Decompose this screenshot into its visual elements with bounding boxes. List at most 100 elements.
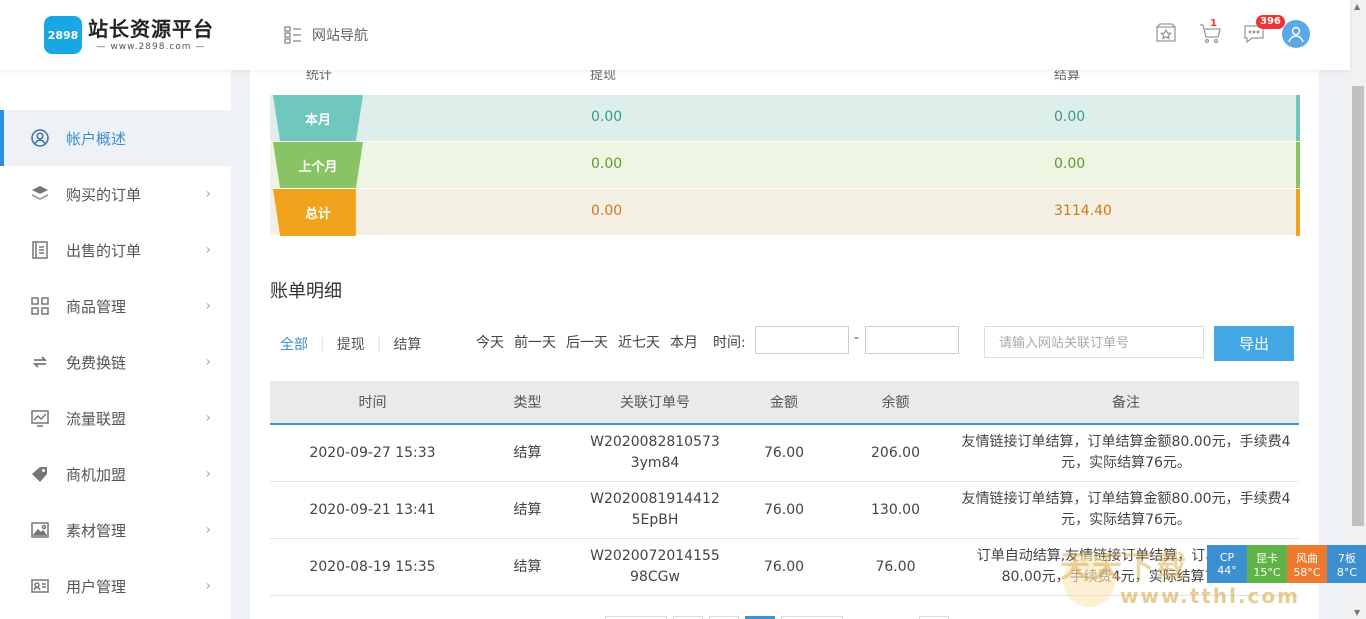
logo-subtitle: — www.2898.com — bbox=[96, 42, 206, 52]
image-icon bbox=[30, 520, 50, 540]
sidebar-item-traffic-alliance[interactable]: 流量联盟 › bbox=[0, 390, 231, 446]
scroll-down-arrow-icon[interactable]: ▼ bbox=[1354, 608, 1360, 617]
tag-icon bbox=[30, 464, 50, 484]
stats-row-label: 上个月 bbox=[273, 142, 363, 189]
id-card-icon bbox=[30, 576, 50, 596]
site-navigation-button[interactable]: 网站导航 bbox=[284, 25, 368, 45]
withdraw-value: 0.00 bbox=[591, 156, 623, 172]
stats-header-total: 统计 bbox=[306, 70, 333, 83]
cell-amount: 76.00 bbox=[763, 444, 805, 461]
date-range-dash: - bbox=[854, 330, 860, 346]
chevron-right-icon: › bbox=[205, 298, 211, 314]
grid-icon bbox=[30, 296, 50, 316]
range-this-month[interactable]: 本月 bbox=[670, 332, 698, 352]
range-next-day[interactable]: 后一天 bbox=[566, 332, 608, 352]
stats-header-withdraw: 提现 bbox=[590, 70, 617, 83]
sidebar-item-sold-orders[interactable]: 出售的订单 › bbox=[0, 222, 231, 278]
sidebar-item-user-management[interactable]: 用户管理 › bbox=[0, 558, 231, 614]
weather-temp: 15°C bbox=[1253, 565, 1281, 579]
sidebar-item-business-franchise[interactable]: 商机加盟 › bbox=[0, 446, 231, 502]
sidebar-item-label: 商机加盟 bbox=[66, 465, 127, 484]
watermark-text: 天天下载 bbox=[1060, 550, 1188, 585]
chevron-right-icon: › bbox=[205, 242, 211, 258]
cell-type: 结算 bbox=[513, 558, 542, 575]
cart-button[interactable]: 1 bbox=[1198, 18, 1224, 47]
site-logo[interactable]: 2898 站长资源平台 — www.2898.com — bbox=[44, 16, 214, 54]
stats-header-settle: 结算 bbox=[1054, 70, 1081, 83]
tab-settle[interactable]: 结算 bbox=[393, 334, 421, 354]
order-number-search-input[interactable] bbox=[984, 326, 1204, 358]
stats-header: 统计 提现 结算 bbox=[270, 70, 1300, 94]
range-today[interactable]: 今天 bbox=[476, 332, 504, 352]
chevron-right-icon: › bbox=[205, 522, 211, 538]
sidebar-item-purchased-orders[interactable]: 购买的订单 › bbox=[0, 166, 231, 222]
cell-type: 结算 bbox=[513, 444, 542, 461]
messages-button[interactable]: 396 bbox=[1242, 15, 1285, 47]
range-previous-day[interactable]: 前一天 bbox=[514, 332, 556, 352]
scroll-up-arrow-icon[interactable]: ▲ bbox=[1354, 2, 1360, 11]
stats-row-label: 本月 bbox=[273, 95, 363, 142]
withdraw-value: 0.00 bbox=[591, 203, 623, 219]
column-header-order-no: 关联订单号 bbox=[620, 395, 690, 411]
sidebar-item-label: 商品管理 bbox=[66, 297, 127, 316]
document-icon bbox=[30, 240, 50, 260]
menu-grid-icon bbox=[284, 26, 301, 44]
weather-city: 风曲 bbox=[1296, 551, 1318, 565]
weather-city: 昆卡 bbox=[1256, 551, 1278, 565]
sidebar-item-label: 帐户概述 bbox=[66, 129, 127, 148]
table-header: 时间 类型 关联订单号 金额 余额 备注 bbox=[270, 381, 1299, 425]
end-date-input[interactable] bbox=[865, 326, 959, 354]
export-button[interactable]: 导出 bbox=[1214, 326, 1294, 361]
column-header-time: 时间 bbox=[358, 395, 387, 411]
top-header: 2898 站长资源平台 — www.2898.com — 网站导航 1 396 bbox=[0, 0, 1350, 70]
cell-amount: 76.00 bbox=[763, 501, 805, 518]
user-avatar[interactable] bbox=[1282, 20, 1310, 48]
cell-time: 2020-09-21 13:41 bbox=[309, 501, 436, 518]
sidebar-item-label: 流量联盟 bbox=[66, 409, 127, 428]
sidebar-item-account-overview[interactable]: 帐户概述 bbox=[0, 110, 231, 166]
sidebar-item-label: 购买的订单 bbox=[66, 185, 142, 204]
weather-cell: 7板 8°C bbox=[1327, 545, 1366, 583]
column-header-amount: 金额 bbox=[770, 395, 798, 411]
table-row: 2020-09-27 15:33 结算 W20200828105733ym84 … bbox=[270, 425, 1299, 482]
sidebar-item-free-link-exchange[interactable]: 免费换链 › bbox=[0, 334, 231, 390]
weather-temp: 44° bbox=[1217, 564, 1237, 577]
scrollbar-thumb[interactable] bbox=[1352, 86, 1364, 526]
favorites-button[interactable] bbox=[1154, 21, 1180, 47]
cart-count: 1 bbox=[1210, 18, 1217, 29]
start-date-input[interactable] bbox=[755, 326, 849, 354]
time-label: 时间: bbox=[713, 335, 746, 351]
row-accent-bar bbox=[1296, 189, 1300, 236]
exchange-icon bbox=[30, 352, 50, 372]
settle-value: 0.00 bbox=[1054, 109, 1086, 125]
weather-temp: 8°C bbox=[1336, 565, 1358, 579]
cell-order-no: W202007201415598CGw bbox=[590, 548, 720, 585]
sidebar-item-label: 出售的订单 bbox=[66, 241, 142, 260]
bill-filters: 全部 | 提现 | 结算 今天 前一天 后一天 近七天 本月 时间: - 导出 bbox=[270, 326, 1300, 361]
sidebar-item-product-management[interactable]: 商品管理 › bbox=[0, 278, 231, 334]
weather-cell: 昆卡 15°C bbox=[1247, 545, 1287, 583]
page-scrollbar[interactable]: ▲ ▼ bbox=[1350, 0, 1366, 619]
sidebar-item-label: 用户管理 bbox=[66, 577, 127, 596]
weather-city: CP bbox=[1219, 551, 1235, 564]
withdraw-value: 0.00 bbox=[591, 109, 623, 125]
user-icon bbox=[1288, 26, 1304, 43]
tab-withdraw[interactable]: 提现 bbox=[337, 334, 365, 354]
watermark-url: www.tthl.com bbox=[1120, 584, 1300, 608]
tab-all[interactable]: 全部 bbox=[280, 334, 308, 354]
table-row: 2020-09-21 13:41 结算 W20200819144125EpBH … bbox=[270, 482, 1299, 539]
weather-temp: 58°C bbox=[1293, 565, 1321, 579]
stats-row-last-month: 上个月 0.00 0.00 bbox=[270, 141, 1300, 189]
sidebar-item-material-management[interactable]: 素材管理 › bbox=[0, 502, 231, 558]
stats-table: 统计 提现 结算 本月 0.00 0.00 上个月 0.00 0.00 总计 0… bbox=[270, 70, 1300, 236]
layers-icon bbox=[30, 184, 50, 204]
chart-monitor-icon bbox=[30, 408, 50, 428]
cell-remark: 友情链接订单结算，订单结算金额80.00元，手续费4元，实际结算76元。 bbox=[961, 434, 1291, 471]
range-last-seven-days[interactable]: 近七天 bbox=[618, 332, 660, 352]
site-navigation-label: 网站导航 bbox=[312, 28, 368, 44]
cell-order-no: W20200828105733ym84 bbox=[590, 434, 720, 471]
stats-row-this-month: 本月 0.00 0.00 bbox=[270, 94, 1300, 142]
message-count-badge: 396 bbox=[1256, 15, 1285, 29]
chevron-right-icon: › bbox=[205, 466, 211, 482]
row-accent-bar bbox=[1296, 95, 1300, 142]
